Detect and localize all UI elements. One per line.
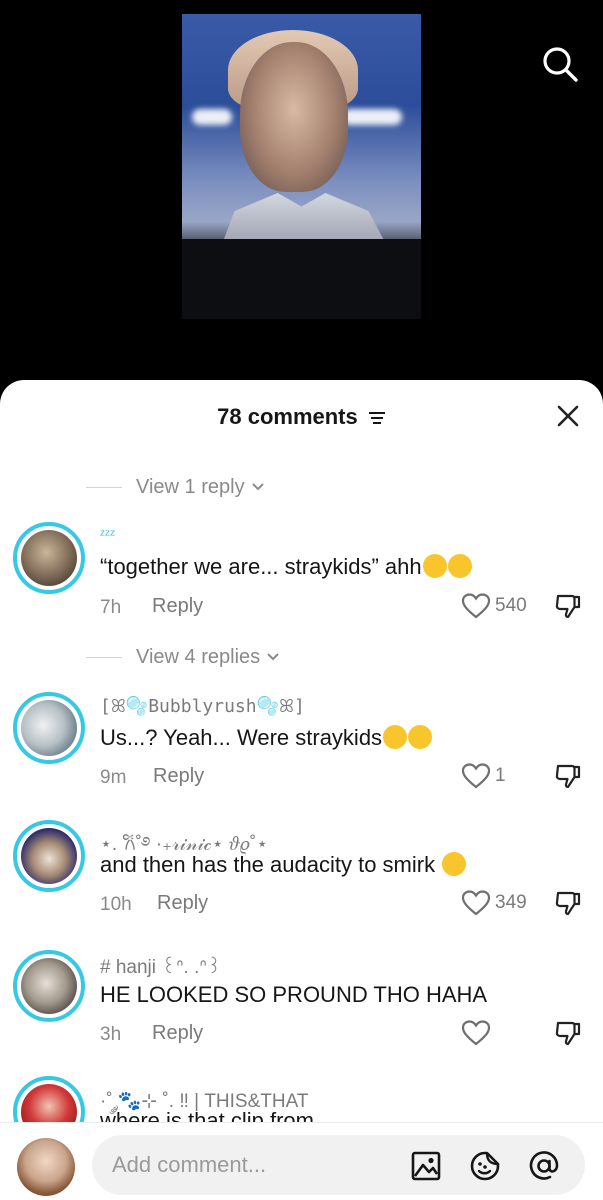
- comment-username[interactable]: # hanji ꒰ᐢ. .ᐢ꒱: [100, 953, 222, 979]
- comment-text: HE LOOKED SO PROUND THO HAHA: [100, 982, 488, 1007]
- dislike-icon[interactable]: [553, 1019, 583, 1049]
- comment-text: “together we are... straykids” ahh: [100, 554, 472, 580]
- like-count: 540: [495, 595, 527, 616]
- video-thumbnail[interactable]: [182, 14, 421, 319]
- heart-icon: [461, 763, 491, 789]
- comment-composer: [0, 1122, 603, 1200]
- chevron-down-icon: [251, 483, 264, 491]
- reply-button[interactable]: Reply: [152, 1022, 203, 1045]
- dislike-icon[interactable]: [553, 592, 583, 622]
- comment-username[interactable]: [ꕤ🫧Bubblyrush🫧ꕤ]: [100, 696, 305, 717]
- comment-time: 7h: [100, 597, 122, 618]
- reply-button[interactable]: Reply: [152, 595, 203, 618]
- filter-icon[interactable]: [368, 410, 386, 426]
- search-icon[interactable]: [540, 44, 580, 84]
- comments-sheet: 78 comments View 1 reply ᶻᶻᶻ “together w…: [0, 380, 603, 1200]
- like-count: 1: [495, 765, 506, 786]
- heart-icon: [461, 1020, 491, 1046]
- view-replies-button[interactable]: View 1 reply: [86, 472, 265, 502]
- reply-button[interactable]: Reply: [153, 765, 204, 788]
- avatar[interactable]: [13, 820, 85, 892]
- view-replies-label: View 4 replies: [136, 645, 261, 668]
- reply-button[interactable]: Reply: [157, 892, 208, 915]
- my-avatar[interactable]: [17, 1138, 75, 1196]
- smirking-face-icon: [408, 725, 433, 749]
- like-button[interactable]: 1: [461, 762, 506, 790]
- sticker-icon[interactable]: [469, 1150, 501, 1182]
- loudly-crying-face-icon: [442, 852, 467, 876]
- dislike-icon[interactable]: [553, 762, 583, 792]
- comment-time: 9m: [100, 767, 127, 788]
- avatar[interactable]: [13, 522, 85, 594]
- comment-input-container[interactable]: [92, 1135, 585, 1195]
- loudly-crying-face-icon: [447, 554, 472, 578]
- like-button[interactable]: [461, 1019, 495, 1047]
- view-replies-label: View 1 reply: [136, 475, 245, 498]
- heart-icon: [461, 890, 491, 916]
- comment-text: and then has the audacity to smirk: [100, 852, 467, 878]
- chevron-down-icon: [267, 653, 279, 661]
- avatar[interactable]: [13, 950, 85, 1022]
- comment-text: Us...? Yeah... Were straykids: [100, 725, 433, 751]
- heart-icon: [461, 593, 491, 619]
- shushing-face-icon: [383, 725, 408, 749]
- comment-username[interactable]: ᶻᶻᶻ: [100, 526, 115, 542]
- like-count: 349: [495, 892, 527, 913]
- comment-time: 10h: [100, 894, 132, 915]
- like-button[interactable]: 540: [461, 592, 527, 620]
- image-icon[interactable]: [410, 1150, 442, 1182]
- mention-icon[interactable]: [528, 1150, 560, 1182]
- view-replies-button[interactable]: View 4 replies: [86, 642, 280, 672]
- like-button[interactable]: 349: [461, 889, 527, 917]
- comment-count: 78 comments: [217, 404, 358, 429]
- loudly-crying-face-icon: [422, 554, 447, 578]
- video-area[interactable]: [0, 0, 603, 400]
- dislike-icon[interactable]: [553, 889, 583, 919]
- sheet-header: 78 comments: [0, 380, 603, 450]
- comment-input[interactable]: [112, 1135, 392, 1195]
- avatar[interactable]: [13, 692, 85, 764]
- comment-time: 3h: [100, 1024, 122, 1045]
- close-icon[interactable]: [553, 401, 583, 431]
